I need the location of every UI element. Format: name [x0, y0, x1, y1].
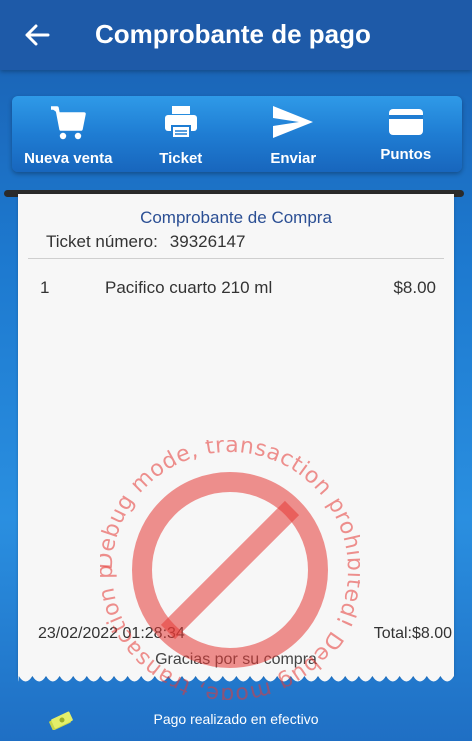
page-title: Comprobante de pago: [95, 19, 371, 49]
item-price: $8.00: [393, 278, 436, 297]
printer-icon: [164, 106, 197, 139]
send-icon: [273, 106, 314, 138]
payment-footer: Pago realizado en efectivo: [0, 700, 472, 741]
item-quantity: 1: [40, 278, 50, 297]
points-label: Puntos: [380, 146, 432, 163]
payment-status-text: Pago realizado en efectivo: [153, 711, 319, 727]
send-label: Enviar: [270, 150, 317, 167]
ticket-number-row: Ticket número: 39326147: [46, 232, 245, 252]
arrow-left-icon: [25, 24, 50, 46]
action-toolbar: Nueva venta Ticket Enviar Puntos: [12, 96, 462, 172]
ticket-number-value: 39326147: [169, 232, 246, 251]
new-sale-label: Nueva venta: [24, 150, 113, 167]
shopping-cart-icon: [51, 106, 86, 140]
card-icon: [388, 109, 423, 135]
receipt: Comprobante de Compra Ticket número: 3932…: [18, 194, 454, 676]
ticket-label: Ticket: [159, 150, 203, 167]
receipt-title: Comprobante de Compra: [140, 208, 332, 227]
app-bar: Comprobante de pago: [0, 0, 472, 70]
back-button[interactable]: [20, 18, 54, 52]
receipt-datetime: 23/02/2022 01:28:34: [38, 625, 185, 642]
ticket-button[interactable]: Ticket: [125, 96, 238, 172]
points-button[interactable]: Puntos: [350, 96, 463, 172]
ticket-number-label: Ticket número:: [46, 232, 158, 251]
receipt-torn-edge: [18, 672, 454, 682]
new-sale-button[interactable]: Nueva venta: [12, 96, 125, 172]
receipt-divider: [28, 258, 444, 259]
receipt-total: Total:$8.00: [373, 625, 452, 642]
send-button[interactable]: Enviar: [237, 96, 350, 172]
receipt-thanks: Gracias por su compra: [155, 651, 317, 668]
item-name: Pacifico cuarto 210 ml: [105, 278, 273, 297]
